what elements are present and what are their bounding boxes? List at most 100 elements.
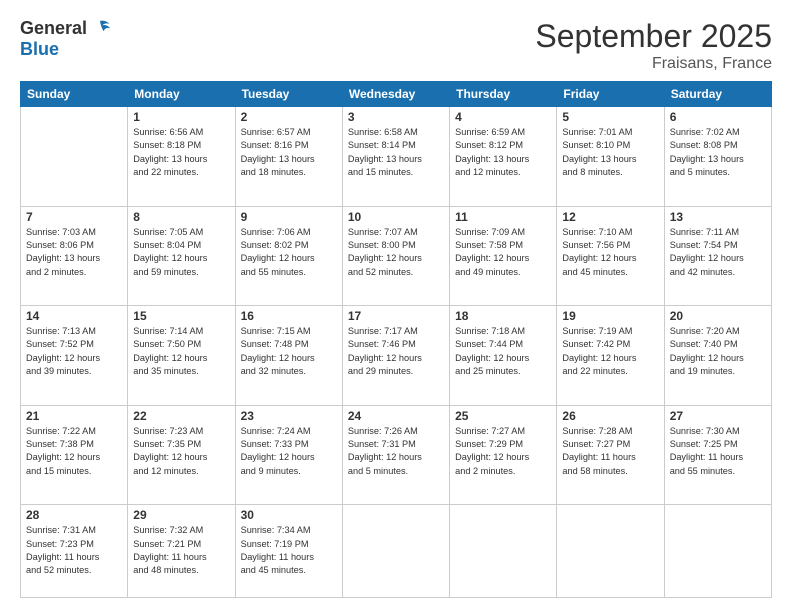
day-number: 23 xyxy=(241,409,337,423)
day-number: 8 xyxy=(133,210,229,224)
day-info: Sunrise: 7:26 AMSunset: 7:31 PMDaylight:… xyxy=(348,425,444,478)
day-number: 20 xyxy=(670,309,766,323)
day-number: 21 xyxy=(26,409,122,423)
day-info: Sunrise: 7:07 AMSunset: 8:00 PMDaylight:… xyxy=(348,226,444,279)
table-row: 24 Sunrise: 7:26 AMSunset: 7:31 PMDayligh… xyxy=(342,405,449,505)
day-number: 19 xyxy=(562,309,658,323)
day-number: 30 xyxy=(241,508,337,522)
day-number: 13 xyxy=(670,210,766,224)
header-monday: Monday xyxy=(128,82,235,107)
day-info: Sunrise: 7:17 AMSunset: 7:46 PMDaylight:… xyxy=(348,325,444,378)
day-info: Sunrise: 7:30 AMSunset: 7:25 PMDaylight:… xyxy=(670,425,766,478)
header-thursday: Thursday xyxy=(450,82,557,107)
table-row: 27 Sunrise: 7:30 AMSunset: 7:25 PMDayligh… xyxy=(664,405,771,505)
day-number: 4 xyxy=(455,110,551,124)
table-row: 7Sunrise: 7:03 AMSunset: 8:06 PMDaylight… xyxy=(21,206,128,306)
table-row: 4 Sunrise: 6:59 AMSunset: 8:12 PMDaylight… xyxy=(450,107,557,207)
day-number: 9 xyxy=(241,210,337,224)
day-info: Sunrise: 7:27 AMSunset: 7:29 PMDaylight:… xyxy=(455,425,551,478)
table-row: 10 Sunrise: 7:07 AMSunset: 8:00 PMDayligh… xyxy=(342,206,449,306)
day-number: 10 xyxy=(348,210,444,224)
title-block: September 2025 Fraisans, France xyxy=(535,18,772,73)
day-info: Sunrise: 7:10 AMSunset: 7:56 PMDaylight:… xyxy=(562,226,658,279)
day-number: 27 xyxy=(670,409,766,423)
table-row: 8 Sunrise: 7:05 AMSunset: 8:04 PMDaylight… xyxy=(128,206,235,306)
day-number: 2 xyxy=(241,110,337,124)
logo: General Blue xyxy=(20,18,111,60)
table-row xyxy=(342,505,449,598)
day-info: Sunrise: 7:22 AMSunset: 7:38 PMDaylight:… xyxy=(26,425,122,478)
day-number: 17 xyxy=(348,309,444,323)
day-info: Sunrise: 6:59 AMSunset: 8:12 PMDaylight:… xyxy=(455,126,551,179)
table-row: 1 Sunrise: 6:56 AMSunset: 8:18 PMDaylight… xyxy=(128,107,235,207)
logo-bird-icon xyxy=(89,18,111,40)
day-number: 3 xyxy=(348,110,444,124)
table-row: 14Sunrise: 7:13 AMSunset: 7:52 PMDayligh… xyxy=(21,306,128,406)
table-row: 16 Sunrise: 7:15 AMSunset: 7:48 PMDayligh… xyxy=(235,306,342,406)
table-row: 20Sunrise: 7:20 AMSunset: 7:40 PMDayligh… xyxy=(664,306,771,406)
day-number: 25 xyxy=(455,409,551,423)
table-row xyxy=(450,505,557,598)
day-info: Sunrise: 7:34 AMSunset: 7:19 PMDaylight:… xyxy=(241,524,337,577)
header: General Blue September 2025 Fraisans, Fr… xyxy=(20,18,772,73)
day-number: 24 xyxy=(348,409,444,423)
day-info: Sunrise: 7:05 AMSunset: 8:04 PMDaylight:… xyxy=(133,226,229,279)
day-number: 28 xyxy=(26,508,122,522)
day-number: 18 xyxy=(455,309,551,323)
month-title: September 2025 xyxy=(535,18,772,55)
day-number: 11 xyxy=(455,210,551,224)
table-row: 3 Sunrise: 6:58 AMSunset: 8:14 PMDaylight… xyxy=(342,107,449,207)
table-row: 11 Sunrise: 7:09 AMSunset: 7:58 PMDayligh… xyxy=(450,206,557,306)
table-row: 6Sunrise: 7:02 AMSunset: 8:08 PMDaylight… xyxy=(664,107,771,207)
day-info: Sunrise: 6:57 AMSunset: 8:16 PMDaylight:… xyxy=(241,126,337,179)
table-row: 22Sunrise: 7:23 AMSunset: 7:35 PMDayligh… xyxy=(128,405,235,505)
table-row: 5 Sunrise: 7:01 AMSunset: 8:10 PMDaylight… xyxy=(557,107,664,207)
header-saturday: Saturday xyxy=(664,82,771,107)
day-number: 5 xyxy=(562,110,658,124)
day-info: Sunrise: 6:56 AMSunset: 8:18 PMDaylight:… xyxy=(133,126,229,179)
table-row: 17 Sunrise: 7:17 AMSunset: 7:46 PMDayligh… xyxy=(342,306,449,406)
table-row xyxy=(21,107,128,207)
header-friday: Friday xyxy=(557,82,664,107)
day-info: Sunrise: 7:19 AMSunset: 7:42 PMDaylight:… xyxy=(562,325,658,378)
table-row: 15 Sunrise: 7:14 AMSunset: 7:50 PMDayligh… xyxy=(128,306,235,406)
location-title: Fraisans, France xyxy=(535,55,772,73)
calendar-table: Sunday Monday Tuesday Wednesday Thursday… xyxy=(20,81,772,598)
day-info: Sunrise: 7:14 AMSunset: 7:50 PMDaylight:… xyxy=(133,325,229,378)
logo-general: General xyxy=(20,19,87,39)
day-info: Sunrise: 7:28 AMSunset: 7:27 PMDaylight:… xyxy=(562,425,658,478)
logo-blue: Blue xyxy=(20,39,59,59)
day-info: Sunrise: 7:15 AMSunset: 7:48 PMDaylight:… xyxy=(241,325,337,378)
table-row: 26 Sunrise: 7:28 AMSunset: 7:27 PMDayligh… xyxy=(557,405,664,505)
table-row: 23 Sunrise: 7:24 AMSunset: 7:33 PMDayligh… xyxy=(235,405,342,505)
header-sunday: Sunday xyxy=(21,82,128,107)
weekday-header-row: Sunday Monday Tuesday Wednesday Thursday… xyxy=(21,82,772,107)
table-row: 2 Sunrise: 6:57 AMSunset: 8:16 PMDaylight… xyxy=(235,107,342,207)
day-number: 29 xyxy=(133,508,229,522)
day-number: 15 xyxy=(133,309,229,323)
table-row: 28Sunrise: 7:31 AMSunset: 7:23 PMDayligh… xyxy=(21,505,128,598)
day-info: Sunrise: 7:11 AMSunset: 7:54 PMDaylight:… xyxy=(670,226,766,279)
table-row: 21 Sunrise: 7:22 AMSunset: 7:38 PMDayligh… xyxy=(21,405,128,505)
day-number: 26 xyxy=(562,409,658,423)
day-info: Sunrise: 7:02 AMSunset: 8:08 PMDaylight:… xyxy=(670,126,766,179)
day-number: 14 xyxy=(26,309,122,323)
day-number: 12 xyxy=(562,210,658,224)
table-row: 30 Sunrise: 7:34 AMSunset: 7:19 PMDayligh… xyxy=(235,505,342,598)
day-info: Sunrise: 6:58 AMSunset: 8:14 PMDaylight:… xyxy=(348,126,444,179)
day-info: Sunrise: 7:24 AMSunset: 7:33 PMDaylight:… xyxy=(241,425,337,478)
day-info: Sunrise: 7:32 AMSunset: 7:21 PMDaylight:… xyxy=(133,524,229,577)
day-info: Sunrise: 7:23 AMSunset: 7:35 PMDaylight:… xyxy=(133,425,229,478)
page: General Blue September 2025 Fraisans, Fr… xyxy=(0,0,792,612)
table-row xyxy=(664,505,771,598)
day-info: Sunrise: 7:01 AMSunset: 8:10 PMDaylight:… xyxy=(562,126,658,179)
day-info: Sunrise: 7:09 AMSunset: 7:58 PMDaylight:… xyxy=(455,226,551,279)
day-info: Sunrise: 7:18 AMSunset: 7:44 PMDaylight:… xyxy=(455,325,551,378)
table-row: 9Sunrise: 7:06 AMSunset: 8:02 PMDaylight… xyxy=(235,206,342,306)
day-number: 1 xyxy=(133,110,229,124)
table-row: 18 Sunrise: 7:18 AMSunset: 7:44 PMDayligh… xyxy=(450,306,557,406)
day-number: 7 xyxy=(26,210,122,224)
table-row xyxy=(557,505,664,598)
day-number: 16 xyxy=(241,309,337,323)
header-wednesday: Wednesday xyxy=(342,82,449,107)
